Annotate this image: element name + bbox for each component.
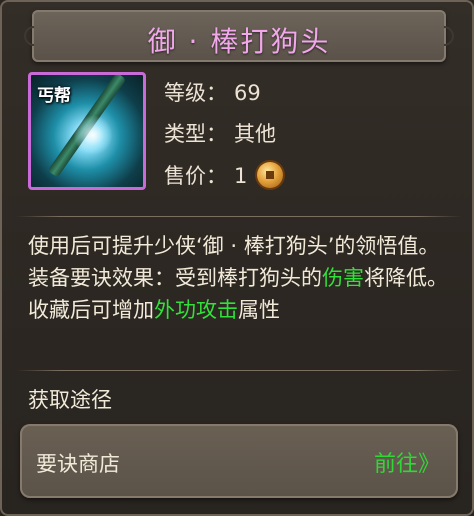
desc-highlight-damage: 伤害 xyxy=(322,266,364,290)
level-row: 等级： 69 xyxy=(164,77,261,107)
type-label: 类型： xyxy=(164,122,227,146)
source-shop-row[interactable]: 要诀商店 前往》 xyxy=(20,424,458,498)
sect-tag: 丐帮 xyxy=(37,86,71,106)
source-label: 获取途径 xyxy=(28,388,112,412)
desc-text-4: 属性 xyxy=(238,298,280,322)
level-value: 69 xyxy=(234,81,261,105)
item-tooltip-panel: 御 · 棒打狗头 丐帮 等级： 69 类型： 其他 售价： 1 使用后可提升少侠‘御 … xyxy=(0,0,474,516)
go-button[interactable]: 前往》 xyxy=(374,446,440,478)
divider-bottom xyxy=(16,370,462,371)
desc-text-3: 收藏后可增加 xyxy=(28,298,154,322)
title-bar: 御 · 棒打狗头 xyxy=(32,10,446,62)
glow-icon xyxy=(73,115,113,155)
shop-name: 要诀商店 xyxy=(36,452,120,476)
desc-text-2: 将降低。 xyxy=(364,266,448,290)
item-title: 御 · 棒打狗头 xyxy=(147,25,331,58)
coin-icon xyxy=(257,162,284,188)
price-value: 1 xyxy=(234,164,248,188)
type-row: 类型： 其他 xyxy=(164,118,276,148)
type-value: 其他 xyxy=(234,122,276,146)
divider-top xyxy=(16,216,462,217)
level-label: 等级： xyxy=(164,81,227,105)
item-icon: 丐帮 xyxy=(28,72,146,190)
item-description: 使用后可提升少侠‘御 · 棒打狗头’的领悟值。装备要诀效果：受到棒打狗头的伤害将… xyxy=(28,230,448,326)
desc-highlight-attack: 外功攻击 xyxy=(154,298,238,322)
price-label: 售价： xyxy=(164,164,227,188)
price-row: 售价： 1 xyxy=(164,160,284,190)
